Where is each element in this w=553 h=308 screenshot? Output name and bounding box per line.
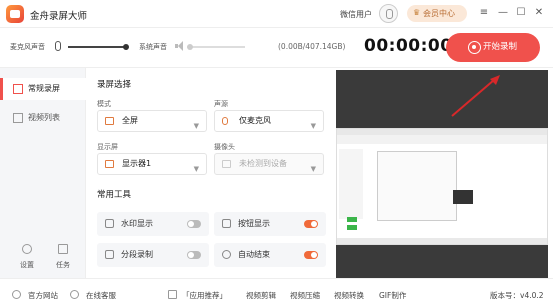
microphone-icon[interactable] <box>55 41 61 51</box>
title-bar: 金舟录屏大师 微信用户 ♛ 会员中心 ≡ — ☐ ✕ <box>0 0 553 28</box>
record-bar: 麦克风声音 系统声音 (0.00B/407.14GB) 00:00:00 开始录… <box>0 28 553 68</box>
app-logo-icon <box>6 5 24 23</box>
video-edit-link[interactable]: 视频剪辑 <box>246 290 276 301</box>
monitor-icon <box>105 160 114 168</box>
tool-auto-stop: 自动结束 <box>214 243 326 267</box>
record-icon <box>468 41 481 54</box>
close-icon[interactable]: ✕ <box>533 7 545 19</box>
audio-source-select[interactable]: 仅麦克风 ▼ <box>214 110 324 132</box>
avatar[interactable] <box>379 4 398 23</box>
home-icon <box>12 290 21 299</box>
menu-icon[interactable]: ≡ <box>478 7 490 19</box>
version-label: 版本号：v4.0.2 <box>490 291 544 300</box>
watermark-icon <box>105 219 114 228</box>
tool-label: 按钮显示 <box>238 219 270 228</box>
gif-maker-link[interactable]: GIF制作 <box>379 290 406 301</box>
section-title-record-select: 录屏选择 <box>97 80 132 90</box>
display-label: 显示屏 <box>97 143 118 151</box>
tool-label: 水印显示 <box>121 219 153 228</box>
camera-value: 未检测到设备 <box>239 159 287 168</box>
audio-source-label: 声源 <box>214 100 228 108</box>
audio-source-value: 仅麦克风 <box>239 116 271 125</box>
footer: 官方网站 在线客服 「应用推荐」 视频剪辑 视频压缩 视频转换 GIF制作 版本… <box>0 278 553 308</box>
segment-recording-toggle[interactable] <box>187 251 201 259</box>
chevron-down-icon: ▼ <box>310 165 316 173</box>
mode-value: 全屏 <box>122 116 138 125</box>
section-title-tools: 常用工具 <box>97 190 132 200</box>
microphone-icon <box>222 117 228 125</box>
tool-label: 分段录制 <box>121 250 153 259</box>
tool-segment-recording: 分段录制 <box>97 243 209 267</box>
camera-label: 摄像头 <box>214 143 235 151</box>
vip-center-label: 会员中心 <box>423 9 455 18</box>
chevron-down-icon: ▼ <box>193 165 199 173</box>
segment-icon <box>105 250 114 259</box>
hammer-icon <box>168 290 177 299</box>
sidebar-item-video-list[interactable]: 视频列表 <box>0 107 86 129</box>
app-title: 金舟录屏大师 <box>30 11 88 22</box>
screen-record-icon <box>13 84 23 94</box>
annotation-arrow <box>451 75 500 117</box>
sidebar-item-label: 常规录屏 <box>28 84 60 93</box>
minimize-icon[interactable]: — <box>497 7 509 19</box>
video-compress-link[interactable]: 视频压缩 <box>290 290 320 301</box>
mode-select[interactable]: 全屏 ▼ <box>97 110 207 132</box>
official-site-link[interactable]: 官方网站 <box>28 290 58 301</box>
chevron-down-icon: ▼ <box>310 122 316 130</box>
sidebar-item-label: 视频列表 <box>28 113 60 122</box>
gear-icon[interactable] <box>22 244 32 254</box>
tool-watermark: 水印显示 <box>97 212 209 236</box>
mic-volume-label: 麦克风声音 <box>10 43 45 51</box>
settings-label[interactable]: 设置 <box>20 260 34 270</box>
vip-center-button[interactable]: ♛ 会员中心 <box>407 5 467 22</box>
system-volume-label: 系统声音 <box>139 43 167 51</box>
camera-icon <box>222 160 231 168</box>
display-select[interactable]: 显示器1 ▼ <box>97 153 207 175</box>
user-name[interactable]: 微信用户 <box>340 9 372 20</box>
system-volume-knob[interactable] <box>187 44 193 50</box>
watermark-toggle[interactable] <box>187 220 201 228</box>
task-icon[interactable] <box>58 244 68 254</box>
recording-settings: 录屏选择 模式 全屏 ▼ 声源 仅麦克风 ▼ 显示屏 显示器1 ▼ 摄像头 未检… <box>86 68 334 278</box>
sidebar-item-regular-recording[interactable]: 常规录屏 <box>0 78 86 100</box>
video-convert-link[interactable]: 视频转换 <box>334 290 364 301</box>
maximize-icon[interactable]: ☐ <box>515 7 527 19</box>
mode-label: 模式 <box>97 100 111 108</box>
chevron-down-icon: ▼ <box>193 122 199 130</box>
sidebar: 常规录屏 视频列表 设置 任务 <box>0 68 86 278</box>
storage-usage: (0.00B/407.14GB) <box>278 42 346 51</box>
button-display-icon <box>222 219 231 228</box>
fullscreen-icon <box>105 117 114 125</box>
system-volume-slider[interactable] <box>190 46 245 48</box>
app-recommend-label: 「应用推荐」 <box>182 291 227 300</box>
record-timer: 00:00:00 <box>364 36 453 56</box>
display-value: 显示器1 <box>122 159 152 168</box>
camera-select[interactable]: 未检测到设备 ▼ <box>214 153 324 175</box>
button-display-toggle[interactable] <box>304 220 318 228</box>
start-recording-button[interactable]: 开始录制 <box>446 33 540 62</box>
crown-icon: ♛ <box>413 8 421 17</box>
online-support-link[interactable]: 在线客服 <box>86 290 116 301</box>
mic-volume-slider[interactable] <box>68 46 126 48</box>
auto-stop-toggle[interactable] <box>304 251 318 259</box>
support-icon <box>70 290 79 299</box>
mic-volume-knob[interactable] <box>123 44 129 50</box>
tool-label: 自动结束 <box>238 250 270 259</box>
start-recording-label: 开始录制 <box>483 42 518 52</box>
tasks-label[interactable]: 任务 <box>56 260 70 270</box>
speaker-icon[interactable] <box>175 41 185 51</box>
list-icon <box>13 113 23 123</box>
tool-button-display: 按钮显示 <box>214 212 326 236</box>
clock-icon <box>222 250 231 259</box>
screen-preview <box>334 68 553 278</box>
